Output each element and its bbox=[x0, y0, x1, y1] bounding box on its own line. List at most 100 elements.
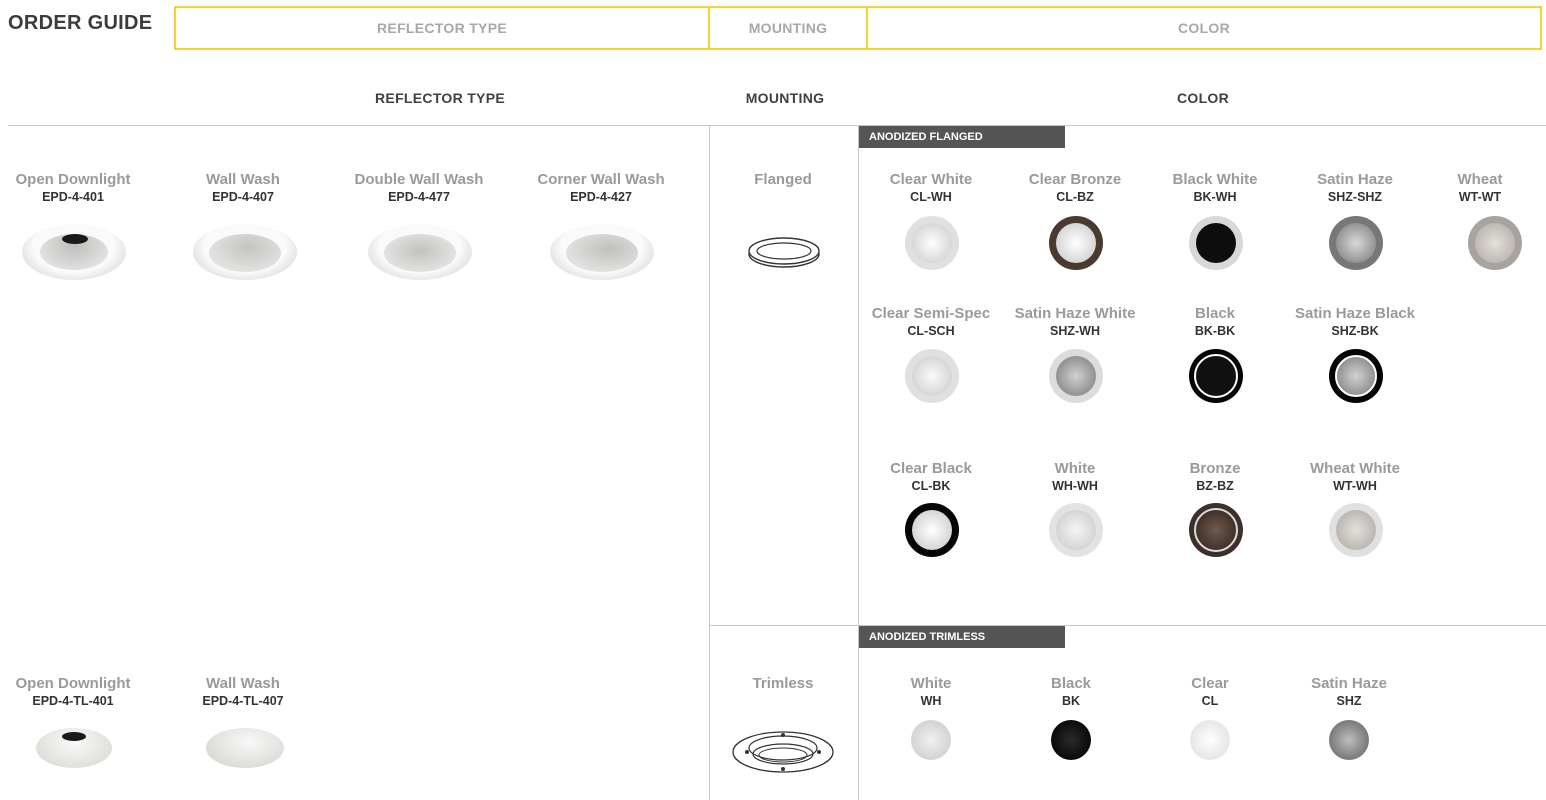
section-divider bbox=[709, 625, 1546, 626]
color-code: SHZ-WH bbox=[1050, 324, 1100, 338]
color-name: Satin Haze White bbox=[1014, 305, 1136, 322]
color-code: BK bbox=[1061, 694, 1081, 708]
color-option-bk[interactable]: Black BK bbox=[996, 675, 1146, 708]
open-downlight-reflector-image bbox=[22, 224, 126, 280]
corner-wall-wash-reflector-image bbox=[550, 224, 654, 280]
reflector-name: Wall Wash bbox=[206, 171, 280, 188]
color-name: Satin Haze bbox=[1311, 675, 1387, 692]
swatch-bk-bk[interactable] bbox=[1189, 349, 1243, 403]
header-divider bbox=[8, 125, 1546, 126]
color-name: Satin Haze Black bbox=[1294, 305, 1416, 322]
swatch-shz-shz[interactable] bbox=[1329, 216, 1383, 270]
reflector-name: Open Downlight bbox=[15, 675, 131, 692]
swatch-wh[interactable] bbox=[911, 720, 951, 760]
swatch-wh-wh[interactable] bbox=[1049, 503, 1103, 557]
swatch-bz-bz[interactable] bbox=[1189, 503, 1243, 557]
color-code: WT-WH bbox=[1333, 479, 1377, 493]
color-name: Bronze bbox=[1189, 460, 1241, 477]
guide-tab-reflector-type[interactable]: REFLECTOR TYPE bbox=[176, 8, 708, 48]
swatch-bk-wh[interactable] bbox=[1189, 216, 1243, 270]
swatch-cl[interactable] bbox=[1190, 720, 1230, 760]
color-code: BK-WH bbox=[1193, 190, 1237, 204]
color-name: Clear White bbox=[889, 171, 973, 188]
color-name: White bbox=[910, 675, 952, 692]
mounting-name: Flanged bbox=[754, 171, 812, 188]
color-option-shz-shz[interactable]: Satin Haze SHZ-SHZ bbox=[1280, 171, 1430, 204]
color-code: CL-BK bbox=[911, 479, 951, 493]
color-name: Black White bbox=[1172, 171, 1258, 188]
color-name: Clear Bronze bbox=[1028, 171, 1122, 188]
color-option-shz-wh[interactable]: Satin Haze White SHZ-WH bbox=[1000, 305, 1150, 338]
order-guide-bar: REFLECTOR TYPE MOUNTING COLOR bbox=[174, 6, 1542, 50]
color-option-wt-wt[interactable]: Wheat WT-WT bbox=[1420, 171, 1540, 204]
reflector-code: EPD-4-477 bbox=[388, 190, 450, 204]
color-name: Satin Haze bbox=[1317, 171, 1393, 188]
swatch-cl-sch[interactable] bbox=[905, 349, 959, 403]
reflector-code: EPD-4-TL-401 bbox=[32, 694, 114, 708]
reflector-wall-wash-trimless[interactable]: Wall Wash EPD-4-TL-407 bbox=[168, 675, 318, 708]
color-option-wh-wh[interactable]: White WH-WH bbox=[1000, 460, 1150, 493]
flanged-ring-icon bbox=[748, 237, 820, 268]
guide-tab-color[interactable]: COLOR bbox=[868, 8, 1540, 48]
guide-tab-mounting[interactable]: MOUNTING bbox=[710, 8, 866, 48]
color-option-shz[interactable]: Satin Haze SHZ bbox=[1274, 675, 1424, 708]
color-code: CL-SCH bbox=[907, 324, 955, 338]
swatch-shz-bk[interactable] bbox=[1329, 349, 1383, 403]
reflector-code: EPD-4-401 bbox=[42, 190, 104, 204]
mounting-name: Trimless bbox=[752, 675, 814, 692]
reflector-name: Double Wall Wash bbox=[354, 171, 484, 188]
color-name: Black bbox=[1194, 305, 1236, 322]
color-name: Wheat bbox=[1457, 171, 1503, 188]
section-tab-anodized-trimless: ANODIZED TRIMLESS bbox=[859, 626, 1065, 648]
swatch-wt-wt[interactable] bbox=[1468, 216, 1522, 270]
reflector-open-downlight-trimless[interactable]: Open Downlight EPD-4-TL-401 bbox=[0, 675, 148, 708]
color-option-bk-bk[interactable]: Black BK-BK bbox=[1140, 305, 1290, 338]
color-option-shz-bk[interactable]: Satin Haze Black SHZ-BK bbox=[1280, 305, 1430, 338]
section-tab-anodized-flanged: ANODIZED FLANGED bbox=[859, 126, 1065, 148]
color-option-cl-sch[interactable]: Clear Semi-Spec CL-SCH bbox=[856, 305, 1006, 338]
color-option-bz-bz[interactable]: Bronze BZ-BZ bbox=[1140, 460, 1290, 493]
page-title: ORDER GUIDE bbox=[8, 12, 153, 34]
color-option-cl-bk[interactable]: Clear Black CL-BK bbox=[856, 460, 1006, 493]
color-name: Clear Semi-Spec bbox=[871, 305, 991, 322]
swatch-cl-wh[interactable] bbox=[905, 216, 959, 270]
reflector-name: Wall Wash bbox=[206, 675, 280, 692]
color-code: WT-WT bbox=[1458, 190, 1502, 204]
color-option-wh[interactable]: White WH bbox=[856, 675, 1006, 708]
double-wall-wash-reflector-image bbox=[368, 224, 472, 280]
reflector-name: Open Downlight bbox=[15, 171, 131, 188]
reflector-open-downlight[interactable]: Open Downlight EPD-4-401 bbox=[0, 171, 148, 204]
reflector-wall-wash[interactable]: Wall Wash EPD-4-407 bbox=[168, 171, 318, 204]
color-code: CL-BZ bbox=[1056, 190, 1094, 204]
color-option-cl-wh[interactable]: Clear White CL-WH bbox=[856, 171, 1006, 204]
color-code: SHZ-BK bbox=[1331, 324, 1379, 338]
swatch-bk[interactable] bbox=[1051, 720, 1091, 760]
reflector-code: EPD-4-TL-407 bbox=[202, 694, 284, 708]
color-name: Clear Black bbox=[890, 460, 972, 477]
reflector-code: EPD-4-407 bbox=[212, 190, 274, 204]
color-option-bk-wh[interactable]: Black White BK-WH bbox=[1140, 171, 1290, 204]
reflector-corner-wall-wash[interactable]: Corner Wall Wash EPD-4-427 bbox=[526, 171, 676, 204]
mounting-trimless[interactable]: Trimless bbox=[708, 675, 858, 692]
swatch-wt-wh[interactable] bbox=[1329, 503, 1383, 557]
color-option-cl[interactable]: Clear CL bbox=[1135, 675, 1285, 708]
swatch-cl-bk[interactable] bbox=[905, 503, 959, 557]
reflector-name: Corner Wall Wash bbox=[537, 171, 665, 188]
color-code: CL-WH bbox=[910, 190, 952, 204]
wall-wash-reflector-image bbox=[193, 224, 297, 280]
swatch-shz[interactable] bbox=[1329, 720, 1369, 760]
mounting-flanged[interactable]: Flanged bbox=[708, 171, 858, 188]
wall-wash-trimless-reflector-image bbox=[206, 728, 284, 768]
color-code: SHZ-SHZ bbox=[1327, 190, 1383, 204]
color-option-cl-bz[interactable]: Clear Bronze CL-BZ bbox=[1000, 171, 1150, 204]
color-code: BZ-BZ bbox=[1196, 479, 1234, 493]
swatch-shz-wh[interactable] bbox=[1049, 349, 1103, 403]
color-code: SHZ bbox=[1336, 694, 1362, 708]
reflector-double-wall-wash[interactable]: Double Wall Wash EPD-4-477 bbox=[344, 171, 494, 204]
swatch-cl-bz[interactable] bbox=[1049, 216, 1103, 270]
column-header-mounting: MOUNTING bbox=[745, 90, 825, 106]
color-name: Wheat White bbox=[1310, 460, 1400, 477]
color-code: WH bbox=[920, 694, 942, 708]
color-option-wt-wh[interactable]: Wheat White WT-WH bbox=[1280, 460, 1430, 493]
color-name: White bbox=[1054, 460, 1096, 477]
